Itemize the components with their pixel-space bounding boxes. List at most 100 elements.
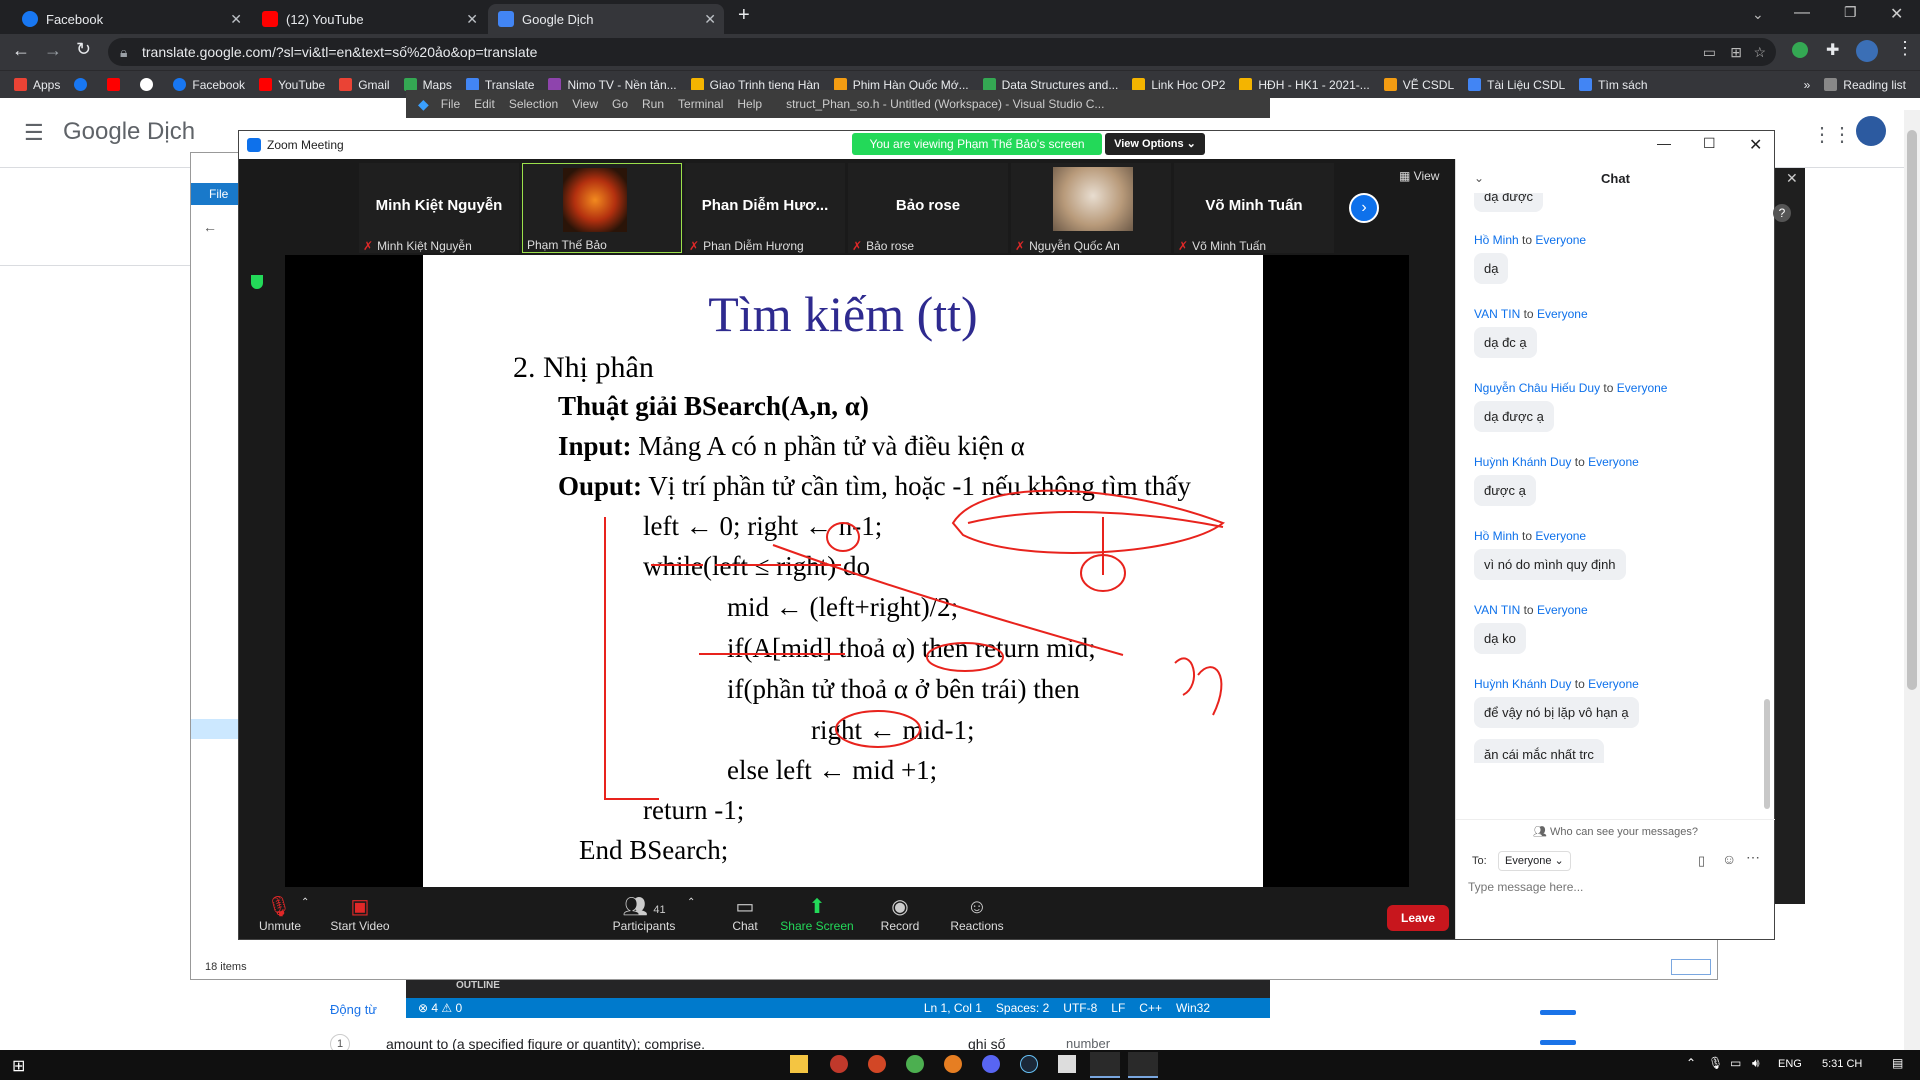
puzzle-icon[interactable]: ✚ — [1826, 40, 1839, 60]
bookmark-youtube-icon-only[interactable] — [107, 78, 126, 91]
close-icon[interactable]: ✕ — [466, 11, 478, 28]
bookmark-ve-csdl[interactable]: VẼ CSDL — [1383, 78, 1454, 92]
indentation[interactable]: Spaces: 2 — [996, 1001, 1049, 1015]
view-options-button[interactable]: View Options ⌄ — [1105, 133, 1205, 155]
next-page-arrow-icon[interactable]: › — [1349, 193, 1379, 223]
cursor-position[interactable]: Ln 1, Col 1 — [924, 1001, 982, 1015]
bookmark-star-icon[interactable]: ☆ — [1753, 38, 1766, 66]
start-video-button[interactable]: ▣ Start Video — [325, 895, 395, 933]
view-button[interactable]: ▦ View — [1399, 169, 1439, 183]
steam-taskbar-icon[interactable] — [1020, 1055, 1038, 1073]
minimize-icon[interactable]: — — [1657, 135, 1671, 151]
app-taskbar-icon[interactable] — [830, 1055, 848, 1073]
vscode-menu-go[interactable]: Go — [612, 97, 628, 111]
chat-button[interactable]: ▭ Chat — [725, 895, 765, 933]
scrollbar-thumb[interactable] — [1907, 130, 1917, 690]
bookmark-gmail[interactable]: Gmail — [339, 78, 390, 92]
tab-youtube[interactable]: (12) YouTube ✕ — [252, 4, 486, 34]
file-icon[interactable]: ▯ — [1698, 853, 1705, 869]
language-mode[interactable]: C++ — [1139, 1001, 1162, 1015]
chrome-taskbar-icon[interactable] — [906, 1055, 924, 1073]
bookmark-tai-lieu[interactable]: Tài Liệu CSDL — [1468, 78, 1565, 92]
app-taskbar-icon[interactable] — [1058, 1055, 1076, 1073]
platform[interactable]: Win32 — [1176, 1001, 1210, 1015]
address-bar[interactable]: 🔒︎ translate.google.com/?sl=vi&tl=en&tex… — [108, 38, 1776, 66]
view-toggle[interactable] — [1671, 959, 1711, 975]
zoom-taskbar-icon[interactable] — [1128, 1052, 1158, 1078]
vscode-taskbar-icon[interactable] — [1090, 1052, 1120, 1078]
vscode-menu-file[interactable]: File — [441, 97, 460, 111]
participant-tile[interactable]: Bảo rose ✗ Bảo rose — [848, 163, 1008, 253]
maximize-icon[interactable]: ☐ — [1703, 135, 1716, 152]
app-taskbar-icon[interactable] — [944, 1055, 962, 1073]
close-icon[interactable]: ✕ — [704, 11, 716, 28]
bookmark-apps[interactable]: Apps — [14, 78, 60, 92]
language-indicator[interactable]: ENG — [1778, 1058, 1802, 1070]
minimize-icon[interactable]: — — [1794, 4, 1810, 22]
back-arrow-icon[interactable]: ← — [203, 219, 217, 235]
who-can-see-link[interactable]: 👥︎ Who can see your messages? — [1456, 825, 1775, 838]
tab-search-icon[interactable]: ⌄ — [1752, 6, 1764, 23]
line-ending[interactable]: LF — [1111, 1001, 1125, 1015]
record-button[interactable]: ◉ Record — [875, 895, 925, 933]
translate-page-icon[interactable]: ⊞ — [1730, 38, 1742, 66]
unmute-button[interactable]: 🎙︎ Unmute — [259, 895, 301, 933]
close-window-icon[interactable]: ✕ — [1749, 135, 1762, 155]
tab-facebook[interactable]: Facebook ✕ — [12, 4, 250, 34]
encoding[interactable]: UTF-8 — [1063, 1001, 1097, 1015]
participant-tile[interactable]: Phan Diễm Hươ... ✗ Phan Diễm Hương — [685, 163, 845, 253]
restore-icon[interactable]: ❐ — [1844, 4, 1857, 21]
audio-options-caret[interactable]: ⌃ — [301, 897, 309, 908]
file-explorer-taskbar-icon[interactable] — [790, 1055, 808, 1073]
bookmark-facebook-icon-only[interactable] — [74, 78, 93, 91]
vscode-menu-edit[interactable]: Edit — [474, 97, 495, 111]
share-screen-button[interactable]: ⬆ Share Screen — [777, 895, 857, 933]
mic-tray-icon[interactable]: 🎙︎ — [1708, 1056, 1723, 1070]
back-icon[interactable]: ← — [12, 40, 30, 61]
participants-options-caret[interactable]: ⌃ — [687, 897, 695, 908]
participant-tile[interactable]: ✗ Nguyễn Quốc An — [1011, 163, 1171, 253]
participant-tile-active-speaker[interactable]: Phạm Thế Bảo — [522, 163, 682, 253]
tray-chevron-icon[interactable]: ⌃ — [1686, 1056, 1696, 1070]
notifications-icon[interactable]: ▤ — [1892, 1056, 1903, 1070]
outline-section[interactable]: OUTLINE — [456, 980, 500, 991]
bookmark-youtube[interactable]: YouTube — [259, 78, 325, 92]
problems-indicator[interactable]: ⊗ 4 ⚠ 0 — [418, 1001, 462, 1015]
apps-grid-icon[interactable]: ⋮⋮ — [1812, 122, 1852, 147]
app-taskbar-icon[interactable] — [868, 1055, 886, 1073]
bookmark-tim-sach[interactable]: Tìm sách — [1579, 78, 1648, 92]
vscode-menu-selection[interactable]: Selection — [509, 97, 558, 111]
participant-tile[interactable]: Minh Kiệt Nguyễn ✗ Minh Kiệt Nguyễn — [359, 163, 519, 253]
bookmark-facebook[interactable]: Facebook — [173, 78, 245, 92]
emoji-icon[interactable]: ☺ — [1722, 851, 1736, 867]
hamburger-menu-icon[interactable]: ☰ — [24, 120, 44, 146]
vscode-menu-run[interactable]: Run — [642, 97, 664, 111]
tab-google-dich[interactable]: Google Dịch ✕ — [488, 4, 724, 34]
page-scrollbar[interactable] — [1904, 110, 1920, 1070]
vscode-menu-view[interactable]: View — [572, 97, 598, 111]
reload-icon[interactable]: ↻ — [76, 39, 91, 60]
close-icon[interactable]: ✕ — [230, 11, 242, 28]
vscode-menu-help[interactable]: Help — [737, 97, 762, 111]
bookmark-google-icon-only[interactable] — [140, 78, 159, 91]
account-avatar[interactable] — [1856, 116, 1886, 146]
network-tray-icon[interactable]: ▭ — [1730, 1056, 1741, 1070]
participant-tile[interactable]: Võ Minh Tuấn ✗ Võ Minh Tuấn — [1174, 163, 1334, 253]
bookmarks-more[interactable]: » — [1804, 78, 1811, 92]
vscode-menu-terminal[interactable]: Terminal — [678, 97, 723, 111]
cast-icon[interactable]: ▭ — [1703, 38, 1716, 66]
leave-button[interactable]: Leave — [1387, 905, 1449, 931]
explorer-file-tab[interactable]: File — [191, 183, 241, 205]
close-window-icon[interactable]: ✕ — [1890, 4, 1903, 24]
clock[interactable]: 5:31 CH — [1822, 1058, 1862, 1070]
windows-start-icon[interactable]: ⊞ — [12, 1056, 25, 1076]
menu-kebab-icon[interactable]: ⋮ — [1896, 38, 1914, 59]
discord-taskbar-icon[interactable] — [982, 1055, 1000, 1073]
recipient-dropdown[interactable]: Everyone ⌄ — [1498, 851, 1571, 871]
encryption-shield-icon[interactable] — [251, 275, 263, 289]
new-tab-button[interactable]: + — [738, 4, 750, 27]
volume-tray-icon[interactable]: 🔊︎ — [1752, 1056, 1760, 1071]
extension-icon[interactable] — [1792, 42, 1808, 58]
help-icon[interactable]: ? — [1773, 204, 1791, 222]
google-dich-logo[interactable]: Google Dịch — [63, 118, 195, 146]
